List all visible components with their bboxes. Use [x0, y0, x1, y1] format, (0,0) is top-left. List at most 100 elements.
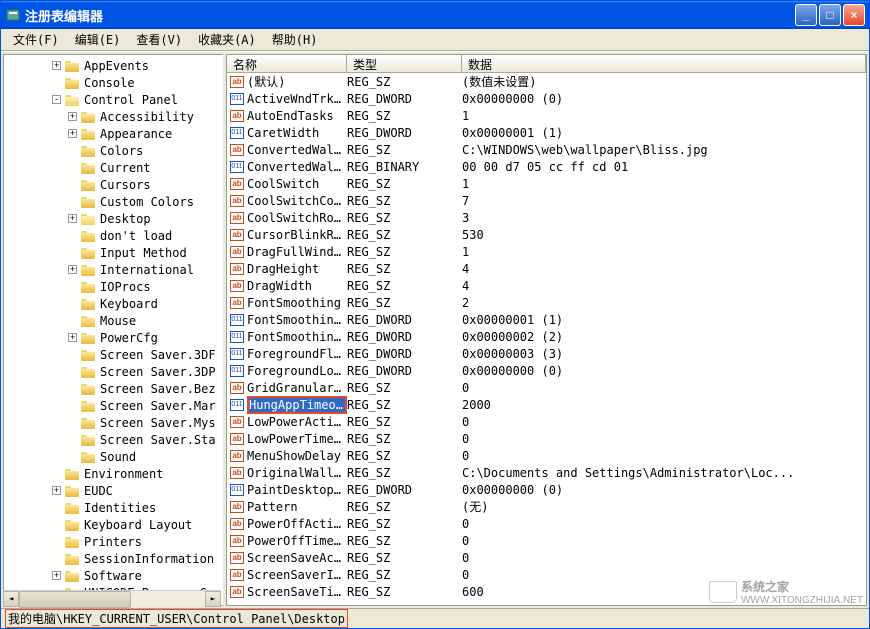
folder-icon	[65, 484, 81, 497]
list-row[interactable]: abScreenSaveActiveREG_SZ0	[227, 549, 866, 566]
list-row[interactable]: ab(默认)REG_SZ(数值未设置)	[227, 73, 866, 90]
tree-hscrollbar[interactable]: ◄ ►	[3, 590, 221, 606]
list-row[interactable]: abAutoEndTasksREG_SZ1	[227, 107, 866, 124]
list-row[interactable]: 011ConvertedWall...REG_BINARY00 00 d7 05…	[227, 158, 866, 175]
list-row[interactable]: abScreenSaveTim...REG_SZ600	[227, 583, 866, 600]
list-row[interactable]: 011FontSmoothing...REG_DWORD0x00000001 (…	[227, 311, 866, 328]
menu-edit[interactable]: 编辑(E)	[67, 29, 129, 50]
tree-item[interactable]: Colors	[4, 142, 223, 159]
list-row[interactable]: abPatternREG_SZ(无)	[227, 498, 866, 515]
list-row[interactable]: abCoolSwitchRowsREG_SZ3	[227, 209, 866, 226]
tree-item[interactable]: Current	[4, 159, 223, 176]
list-row[interactable]: abConvertedWall...REG_SZC:\WINDOWS\web\w…	[227, 141, 866, 158]
tree-item[interactable]: +AppEvents	[4, 57, 223, 74]
tree-item[interactable]: Screen Saver.Mys	[4, 414, 223, 431]
menu-view[interactable]: 查看(V)	[128, 29, 190, 50]
tree-item[interactable]: Cursors	[4, 176, 223, 193]
tree-item[interactable]: Screen Saver.3DP	[4, 363, 223, 380]
scroll-right-icon[interactable]: ►	[205, 591, 221, 607]
col-header-type[interactable]: 类型	[347, 55, 462, 72]
list-row[interactable]: 011HungAppTimeoutREG_SZ2000	[227, 396, 866, 413]
value-data: C:\Documents and Settings\Administrator\…	[462, 466, 866, 480]
list-row[interactable]: abScreenSaverIs...REG_SZ0	[227, 566, 866, 583]
col-header-name[interactable]: 名称	[227, 55, 347, 72]
tree-item[interactable]: Custom Colors	[4, 193, 223, 210]
tree-item[interactable]: Keyboard Layout	[4, 516, 223, 533]
tree-item[interactable]: Environment	[4, 465, 223, 482]
list-body[interactable]: ab(默认)REG_SZ(数值未设置)011ActiveWndTrkT...RE…	[227, 73, 866, 605]
maximize-button[interactable]: □	[819, 4, 841, 26]
tree-item[interactable]: Screen Saver.Mar	[4, 397, 223, 414]
list-row[interactable]: 011FontSmoothing...REG_DWORD0x00000002 (…	[227, 328, 866, 345]
list-row[interactable]: abDragWidthREG_SZ4	[227, 277, 866, 294]
list-row[interactable]: abLowPowerActiveREG_SZ0	[227, 413, 866, 430]
tree-toggle-icon[interactable]: +	[68, 129, 77, 138]
tree-toggle-icon[interactable]: +	[52, 571, 61, 580]
tree-item[interactable]: Input Method	[4, 244, 223, 261]
list-row[interactable]: 011ForegroundLoc...REG_DWORD0x00000000 (…	[227, 362, 866, 379]
list-row[interactable]: abLowPowerTimeOutREG_SZ0	[227, 430, 866, 447]
scroll-left-icon[interactable]: ◄	[3, 591, 19, 607]
tree-item[interactable]: SessionInformation	[4, 550, 223, 567]
tree-item[interactable]: Mouse	[4, 312, 223, 329]
menu-help[interactable]: 帮助(H)	[264, 29, 326, 50]
value-data: 0	[462, 517, 866, 531]
string-value-icon: ab	[230, 552, 244, 564]
tree-item[interactable]: +Software	[4, 567, 223, 584]
list-row[interactable]: abDragFullWindowsREG_SZ1	[227, 243, 866, 260]
app-icon	[5, 7, 21, 23]
list-row[interactable]: 011ForegroundFla...REG_DWORD0x00000003 (…	[227, 345, 866, 362]
titlebar[interactable]: 注册表编辑器 _ □ ×	[1, 1, 869, 29]
value-type: REG_DWORD	[347, 347, 462, 361]
tree-item[interactable]: Screen Saver.3DF	[4, 346, 223, 363]
value-type: REG_SZ	[347, 500, 462, 514]
scroll-thumb[interactable]	[19, 591, 205, 606]
tree-item[interactable]: Screen Saver.Sta	[4, 431, 223, 448]
tree-toggle-icon[interactable]: +	[68, 333, 77, 342]
tree-toggle-icon[interactable]: +	[68, 214, 77, 223]
col-header-data[interactable]: 数据	[462, 55, 866, 72]
list-row[interactable]: abFontSmoothingREG_SZ2	[227, 294, 866, 311]
list-row[interactable]: 011CaretWidthREG_DWORD0x00000001 (1)	[227, 124, 866, 141]
folder-icon	[81, 416, 97, 429]
tree-item[interactable]: don't load	[4, 227, 223, 244]
tree-toggle-icon[interactable]: +	[68, 265, 77, 274]
list-row[interactable]: abGridGranularityREG_SZ0	[227, 379, 866, 396]
tree-item[interactable]: Keyboard	[4, 295, 223, 312]
tree-toggle-icon[interactable]: +	[52, 61, 61, 70]
registry-tree[interactable]: +AppEventsConsole-Control Panel+Accessib…	[3, 54, 223, 606]
tree-item[interactable]: +International	[4, 261, 223, 278]
list-row[interactable]: abOriginalWallp...REG_SZC:\Documents and…	[227, 464, 866, 481]
menu-file[interactable]: 文件(F)	[5, 29, 67, 50]
tree-item[interactable]: Sound	[4, 448, 223, 465]
list-row[interactable]: 011ActiveWndTrkT...REG_DWORD0x00000000 (…	[227, 90, 866, 107]
tree-item[interactable]: +Appearance	[4, 125, 223, 142]
tree-toggle-icon[interactable]: +	[52, 486, 61, 495]
menu-favorites[interactable]: 收藏夹(A)	[190, 29, 264, 50]
list-row[interactable]: abCoolSwitchREG_SZ1	[227, 175, 866, 192]
tree-item[interactable]: IOProcs	[4, 278, 223, 295]
list-row[interactable]: 011PaintDesktopV...REG_DWORD0x00000000 (…	[227, 481, 866, 498]
tree-item[interactable]: Printers	[4, 533, 223, 550]
string-value-icon: ab	[230, 586, 244, 598]
list-row[interactable]: abCoolSwitchCol...REG_SZ7	[227, 192, 866, 209]
tree-toggle-icon[interactable]: -	[52, 95, 61, 104]
tree-item[interactable]: Identities	[4, 499, 223, 516]
tree-item[interactable]: +EUDC	[4, 482, 223, 499]
tree-item[interactable]: +Accessibility	[4, 108, 223, 125]
value-name: ConvertedWall...	[247, 160, 347, 174]
close-button[interactable]: ×	[843, 4, 865, 26]
tree-item[interactable]: +Desktop	[4, 210, 223, 227]
minimize-button[interactable]: _	[795, 4, 817, 26]
list-row[interactable]: abDragHeightREG_SZ4	[227, 260, 866, 277]
tree-item[interactable]: Console	[4, 74, 223, 91]
tree-item[interactable]: -Control Panel	[4, 91, 223, 108]
list-row[interactable]: abPowerOffTimeOutREG_SZ0	[227, 532, 866, 549]
list-row[interactable]: abMenuShowDelayREG_SZ0	[227, 447, 866, 464]
tree-item[interactable]: +PowerCfg	[4, 329, 223, 346]
list-row[interactable]: abCursorBlinkRateREG_SZ530	[227, 226, 866, 243]
list-row[interactable]: abPowerOffActiveREG_SZ0	[227, 515, 866, 532]
value-type: REG_DWORD	[347, 483, 462, 497]
tree-toggle-icon[interactable]: +	[68, 112, 77, 121]
tree-item[interactable]: Screen Saver.Bez	[4, 380, 223, 397]
